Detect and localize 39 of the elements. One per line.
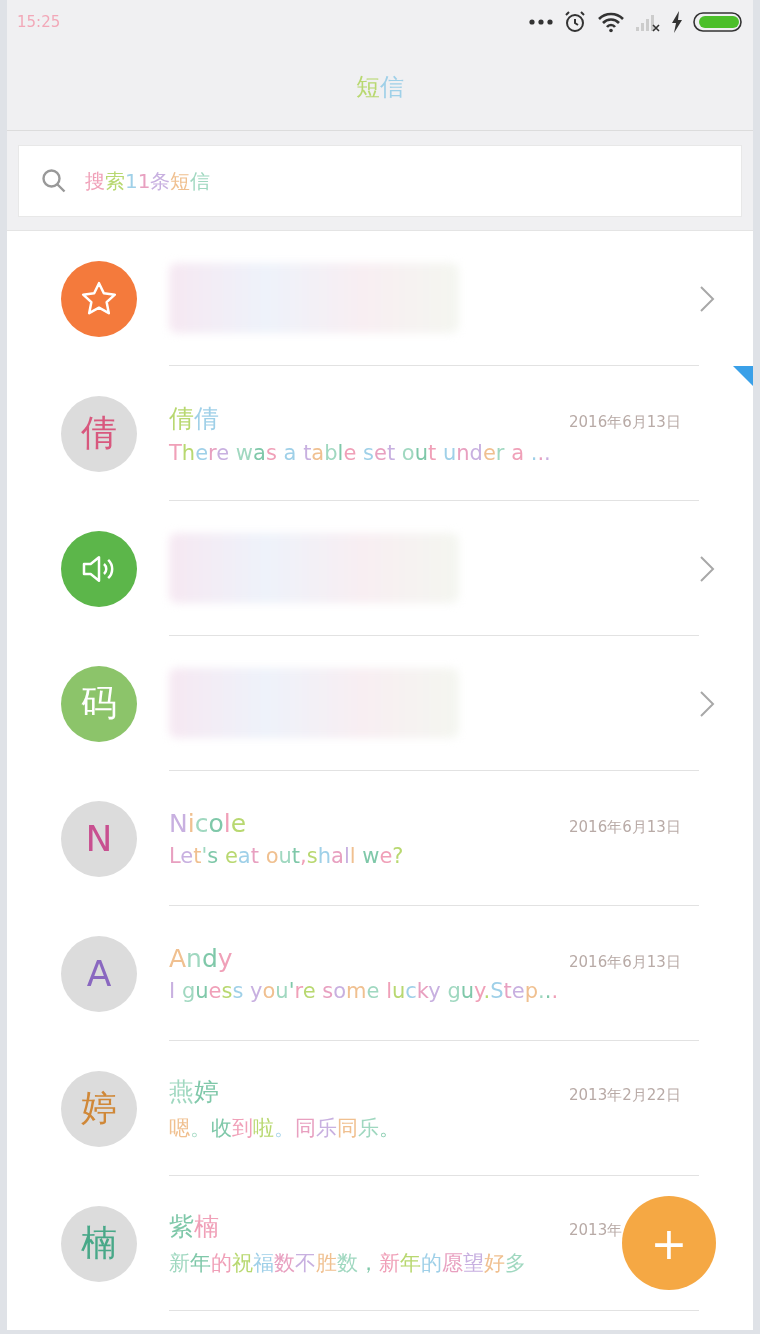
chevron-right-icon: [699, 689, 715, 718]
alarm-icon: [563, 10, 587, 34]
contact-name: 倩倩: [169, 402, 219, 435]
conversation-item[interactable]: A Andy 2016年6月13日 I guess you're some lucky guy.Step...: [7, 906, 753, 1041]
letter-avatar: 码: [61, 665, 137, 742]
message-preview: There was a table set out under a ...: [169, 440, 552, 465]
chevron-right-icon: [699, 554, 715, 583]
new-message-button[interactable]: +: [622, 1196, 716, 1290]
status-time: 15:25: [17, 13, 61, 31]
contact-name: Andy: [169, 943, 233, 973]
conversation-item[interactable]: 码: [7, 636, 753, 771]
chevron-right-icon: [699, 284, 715, 313]
contact-name: 燕婷: [169, 1075, 219, 1108]
search-icon: [41, 168, 67, 194]
wifi-icon: [597, 11, 625, 33]
message-date: 2013年2月22日: [569, 1085, 682, 1105]
letter-avatar: A: [61, 935, 137, 1012]
contact-name: Nicole: [169, 808, 247, 838]
message-preview: Let's eat out,shall we?: [169, 843, 405, 868]
contact-name: 紫楠: [169, 1210, 219, 1243]
conversation-item[interactable]: 婷 燕婷 2013年2月22日 嗯。收到啦。同乐同乐。: [7, 1041, 753, 1176]
charging-icon: [671, 11, 683, 33]
letter-avatar: 倩: [61, 395, 137, 472]
conversation-item[interactable]: N Nicole 2016年6月13日 Let's eat out,shall we?: [7, 771, 753, 906]
message-date: 2013年: [569, 1220, 624, 1240]
letter-avatar: 婷: [61, 1070, 137, 1147]
search-field[interactable]: 搜索11条短信: [18, 145, 742, 217]
letter-avatar: N: [61, 800, 137, 877]
message-preview: 新年的祝福数不胜数，新年的愿望好多: [169, 1249, 527, 1277]
message-preview: 嗯。收到啦。同乐同乐。: [169, 1114, 401, 1142]
screen-title: 短信: [356, 72, 404, 103]
conversation-item[interactable]: 倩 倩倩 2016年6月13日 There was a table set out under a ...: [7, 366, 753, 501]
battery-icon: [693, 11, 743, 33]
more-dots-icon: [529, 19, 553, 25]
message-date: 2016年6月13日: [569, 817, 682, 837]
message-date: 2016年6月13日: [569, 952, 682, 972]
message-date: 2016年6月13日: [569, 412, 682, 432]
message-preview: I guess you're some lucky guy.Step...: [169, 978, 560, 1003]
letter-avatar: 楠: [61, 1205, 137, 1282]
